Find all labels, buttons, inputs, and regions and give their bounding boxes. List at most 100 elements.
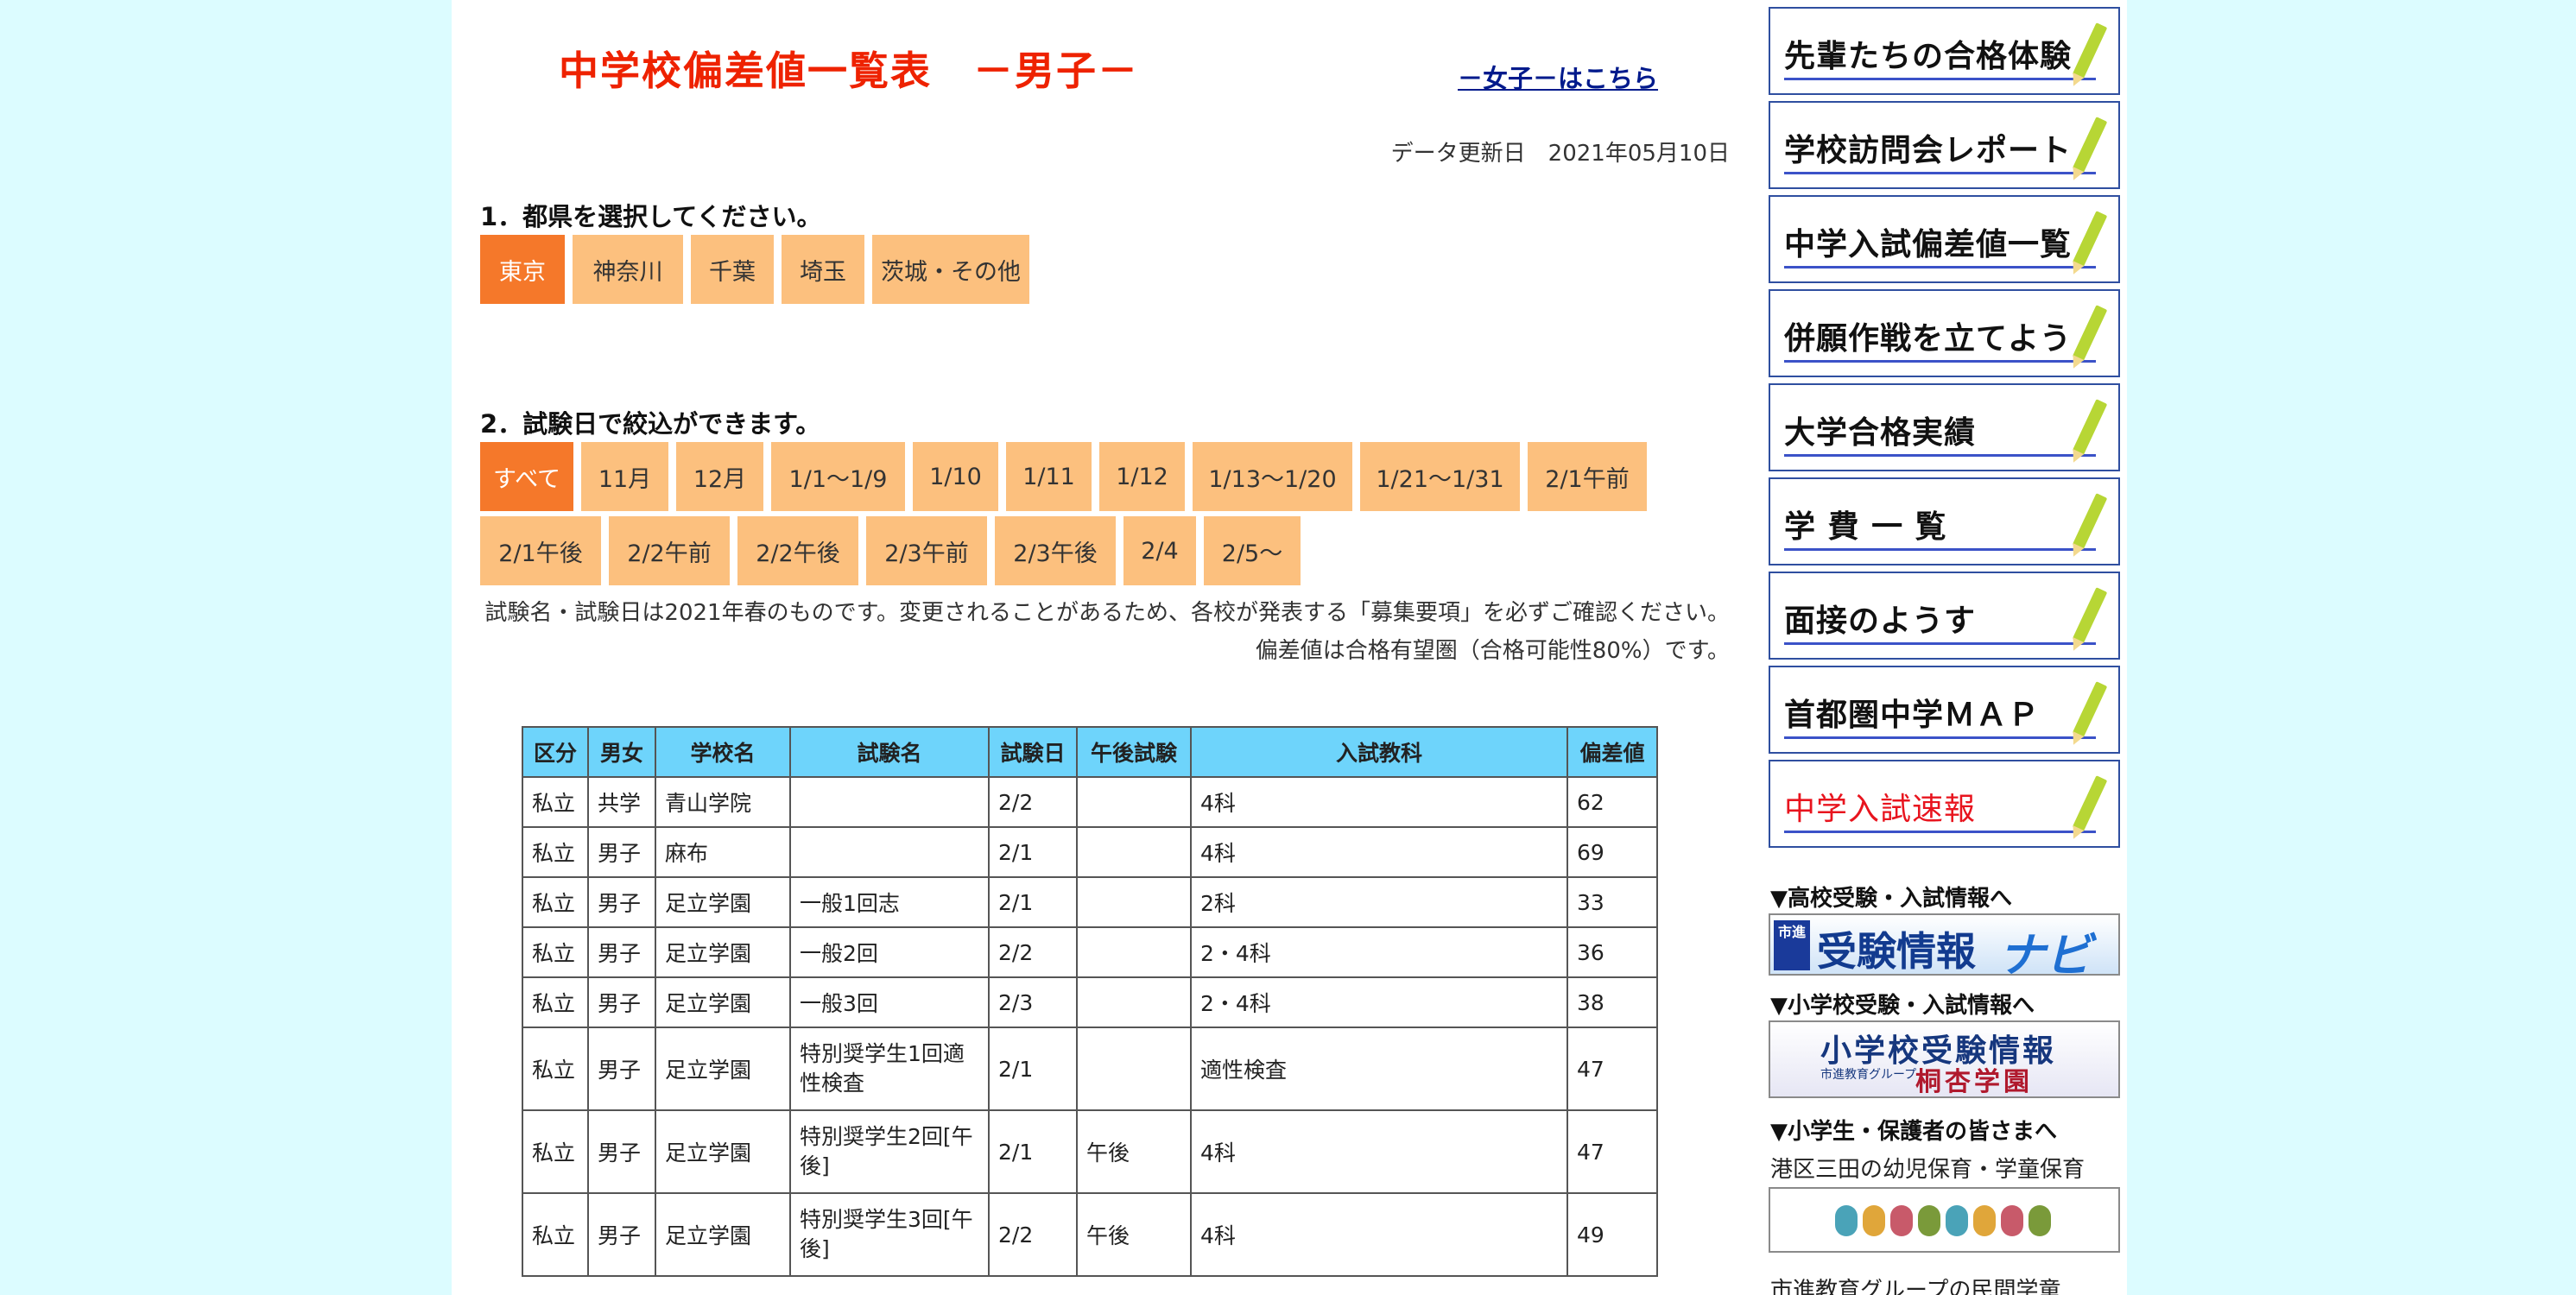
page-title: 中学校偏差値一覧表 －男子－	[559, 47, 1139, 94]
pref-ibaraki-other-button[interactable]: 茨城・その他	[872, 235, 1029, 304]
table-row: 私立 共学 青山学院 2/2 4科 62	[522, 776, 1658, 828]
pref-tokyo-button[interactable]: 東京	[480, 235, 565, 304]
table-row: 私立 男子 足立学園 特別奨学生2回[午後] 2/1 午後 4科 47	[522, 1109, 1658, 1194]
cell-afternoon	[1076, 826, 1192, 878]
clan-iele-logo	[1831, 1199, 2055, 1242]
cell-exam: 一般1回志	[789, 876, 990, 928]
nav-underline	[1784, 454, 2096, 457]
date-filter-feb3-pm[interactable]: 2/3午後	[995, 516, 1116, 585]
nav-tuition-list[interactable]: 学 費 一 覧	[1769, 477, 2120, 565]
banner-navi: ナビ	[1998, 928, 2092, 976]
cell-gender: 男子	[587, 1192, 656, 1277]
col-header-deviation: 偏差値	[1566, 726, 1658, 778]
col-header-category: 区分	[522, 726, 589, 778]
step1-label: 1．都県を選択してください。	[480, 202, 822, 231]
pencil-icon	[2072, 22, 2108, 79]
date-filter-feb2-am[interactable]: 2/2午前	[609, 516, 730, 585]
cell-deviation: 69	[1566, 826, 1658, 878]
nav-school-map[interactable]: 首都圏中学ＭＡＰ	[1769, 666, 2120, 754]
date-filter-feb1-am[interactable]: 2/1午前	[1528, 442, 1647, 511]
deviation-table: 区分 男女 学校名 試験名 試験日 午後試験 入試教科 偏差値 私立 共学 青山…	[522, 726, 1658, 1277]
exam-note: 試験名・試験日は2021年春のものです。変更されることがあるため、各校が発表する…	[484, 600, 1730, 626]
pencil-icon	[2072, 493, 2108, 550]
nav-university-results[interactable]: 大学合格実績	[1769, 383, 2120, 471]
cell-subjects: 4科	[1190, 776, 1568, 828]
banner-elementary-exam[interactable]: 小学校受験情報 市進教育グループ 桐杏学園	[1769, 1020, 2120, 1098]
date-filter-jan21-31[interactable]: 1/21～1/31	[1360, 442, 1520, 511]
girls-list-link[interactable]: －女子－はこちら	[1458, 59, 1658, 95]
date-filter-jan12[interactable]: 1/12	[1099, 442, 1185, 511]
cell-gender: 男子	[587, 826, 656, 878]
cell-exam: 一般2回	[789, 926, 990, 978]
cell-date: 2/2	[988, 926, 1078, 978]
pref-chiba-button[interactable]: 千葉	[691, 235, 774, 304]
cell-deviation: 47	[1566, 1109, 1658, 1194]
nav-underline	[1784, 172, 2096, 174]
cell-school: 足立学園	[655, 1109, 791, 1194]
pencil-icon	[2072, 117, 2108, 174]
section-high-school: ▼高校受験・入試情報へ	[1770, 886, 2012, 912]
cell-gender: 男子	[587, 926, 656, 978]
table-row: 私立 男子 麻布 2/1 4科 69	[522, 826, 1658, 878]
col-header-afternoon: 午後試験	[1076, 726, 1192, 778]
cell-gender: 共学	[587, 776, 656, 828]
cell-exam	[789, 826, 990, 878]
date-filter-feb5-later[interactable]: 2/5～	[1204, 516, 1301, 585]
cell-subjects: 4科	[1190, 1192, 1568, 1277]
date-filter-feb2-pm[interactable]: 2/2午後	[737, 516, 858, 585]
nav-label: 中学入試速報	[1784, 792, 1977, 827]
table-row: 私立 男子 足立学園 一般2回 2/2 2・4科 36	[522, 926, 1658, 978]
page: 中学校偏差値一覧表 －男子－ －女子－はこちら データ更新日 2021年05月1…	[452, 0, 2127, 1295]
cell-school: 足立学園	[655, 876, 791, 928]
col-header-date: 試験日	[988, 726, 1078, 778]
pencil-icon	[2072, 681, 2108, 738]
cell-subjects: 2科	[1190, 876, 1568, 928]
cell-category: 私立	[522, 1192, 589, 1277]
deviation-note: 偏差値は合格有望圏（合格可能性80%）です。	[1255, 638, 1730, 664]
cell-subjects: 2・4科	[1190, 976, 1568, 1028]
cell-category: 私立	[522, 776, 589, 828]
cell-afternoon	[1076, 976, 1192, 1028]
cell-exam: 特別奨学生1回適性検査	[789, 1027, 990, 1111]
date-filter-dec[interactable]: 12月	[676, 442, 763, 511]
pref-saitama-button[interactable]: 埼玉	[782, 235, 864, 304]
cell-date: 2/1	[988, 1109, 1078, 1194]
cell-afternoon: 午後	[1076, 1192, 1192, 1277]
date-filter-feb4[interactable]: 2/4	[1123, 516, 1196, 585]
nav-school-visit-report[interactable]: 学校訪問会レポート	[1769, 101, 2120, 189]
cell-afternoon	[1076, 876, 1192, 928]
table-header-row: 区分 男女 学校名 試験名 試験日 午後試験 入試教科 偏差値	[522, 726, 1658, 778]
cell-school: 足立学園	[655, 976, 791, 1028]
cell-deviation: 38	[1566, 976, 1658, 1028]
cell-category: 私立	[522, 976, 589, 1028]
nav-interview[interactable]: 面接のようす	[1769, 572, 2120, 660]
date-filter-all[interactable]: すべて	[480, 442, 573, 511]
date-filter-feb3-am[interactable]: 2/3午前	[866, 516, 987, 585]
date-filter-jan1-9[interactable]: 1/1～1/9	[771, 442, 905, 511]
col-header-exam: 試験名	[789, 726, 990, 778]
cell-school: 足立学園	[655, 1027, 791, 1111]
pencil-icon	[2072, 211, 2108, 268]
nav-underline	[1784, 548, 2096, 551]
date-filter-nov[interactable]: 11月	[581, 442, 668, 511]
banner-high-school-navi[interactable]: 市進 受験情報 ナビ	[1769, 913, 2120, 976]
nav-exam-news[interactable]: 中学入試速報	[1769, 760, 2120, 848]
cell-category: 私立	[522, 1109, 589, 1194]
date-filter-jan10[interactable]: 1/10	[913, 442, 998, 511]
cell-category: 私立	[522, 876, 589, 928]
nav-label: 学 費 一 覧	[1784, 509, 1947, 545]
cell-gender: 男子	[587, 976, 656, 1028]
date-filter-jan13-20[interactable]: 1/13～1/20	[1193, 442, 1352, 511]
cell-gender: 男子	[587, 876, 656, 928]
banner-group: 市進教育グループ	[1820, 1068, 1917, 1082]
date-filter-jan11[interactable]: 1/11	[1006, 442, 1092, 511]
nav-label: 中学入試偏差値一覧	[1784, 227, 2073, 262]
pref-kanagawa-button[interactable]: 神奈川	[573, 235, 683, 304]
nav-underline	[1784, 736, 2096, 739]
date-filter-feb1-pm[interactable]: 2/1午後	[480, 516, 601, 585]
banner-clan-iele[interactable]	[1769, 1187, 2120, 1253]
nav-application-strategy[interactable]: 併願作戦を立てよう	[1769, 289, 2120, 377]
cell-deviation: 36	[1566, 926, 1658, 978]
nav-success-stories[interactable]: 先輩たちの合格体験	[1769, 7, 2120, 95]
nav-deviation-list[interactable]: 中学入試偏差値一覧	[1769, 195, 2120, 283]
